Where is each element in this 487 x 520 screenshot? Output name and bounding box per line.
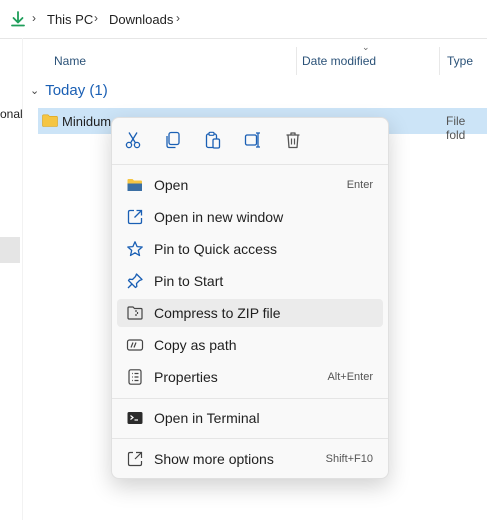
file-name[interactable]: Minidum <box>62 114 111 129</box>
menu-item-pin-quick-access[interactable]: Pin to Quick access <box>117 235 383 263</box>
nav-item-selected[interactable] <box>0 237 20 263</box>
copy-button[interactable] <box>163 130 185 152</box>
menu-item-label: Properties <box>154 369 218 385</box>
menu-item-pin-start[interactable]: Pin to Start <box>117 267 383 295</box>
menu-item-label: Open in Terminal <box>154 410 260 426</box>
menu-item-label: Show more options <box>154 451 274 467</box>
column-header-type[interactable]: Type <box>447 54 473 68</box>
menu-item-label: Pin to Start <box>154 273 224 289</box>
cut-icon <box>125 132 141 149</box>
menu-item-shortcut: Enter <box>346 179 373 191</box>
menu-item-label: Compress to ZIP file <box>154 305 281 321</box>
menu-item-copy-as-path[interactable]: Copy as path <box>117 331 383 359</box>
menu-item-compress-zip[interactable]: Compress to ZIP file <box>117 299 383 327</box>
terminal-icon <box>127 412 143 424</box>
menu-divider <box>112 438 388 439</box>
breadcrumb-this-pc[interactable]: This PC <box>47 12 93 27</box>
copy-icon <box>166 131 180 149</box>
folder-open-icon <box>127 179 142 191</box>
context-menu: Open Enter Open in new window Pin to Qui… <box>111 117 389 479</box>
menu-divider <box>112 398 388 399</box>
menu-item-show-more-options[interactable]: Show more options Shift+F10 <box>117 445 383 473</box>
zip-icon <box>127 306 143 320</box>
breadcrumb-separator[interactable]: › <box>32 11 36 25</box>
menu-item-label: Copy as path <box>154 337 237 353</box>
menu-divider <box>112 164 388 165</box>
menu-item-label: Open in new window <box>154 209 284 225</box>
pin-icon <box>127 273 143 289</box>
breadcrumb-separator[interactable]: › <box>94 11 98 25</box>
download-arrow-icon <box>11 11 25 27</box>
chevron-down-icon: ⌄ <box>30 85 40 97</box>
column-divider[interactable] <box>296 47 297 75</box>
menu-item-shortcut: Shift+F10 <box>325 453 373 465</box>
copy-path-icon <box>126 339 144 351</box>
menu-item-label: Open <box>154 177 189 193</box>
menu-item-shortcut: Alt+Enter <box>327 371 373 383</box>
cut-button[interactable] <box>123 130 145 152</box>
more-options-icon <box>127 451 143 467</box>
star-icon <box>127 241 143 257</box>
menu-item-open-terminal[interactable]: Open in Terminal <box>117 404 383 432</box>
menu-item-open-new-window[interactable]: Open in new window <box>117 203 383 231</box>
open-new-window-icon <box>127 209 143 225</box>
rename-button[interactable] <box>243 130 265 152</box>
delete-button[interactable] <box>283 130 305 152</box>
paste-button[interactable] <box>203 130 225 152</box>
menu-item-properties[interactable]: Properties Alt+Enter <box>117 363 383 391</box>
menu-item-label: Pin to Quick access <box>154 241 277 257</box>
column-header-date-modified[interactable]: Date modified <box>302 54 376 68</box>
nav-item-label[interactable]: onal <box>0 107 23 121</box>
group-header-today[interactable]: ⌄ Today (1) <box>30 82 108 99</box>
delete-icon <box>286 132 300 149</box>
breadcrumb-separator[interactable]: › <box>176 11 180 25</box>
menu-item-open[interactable]: Open Enter <box>117 171 383 199</box>
column-divider[interactable] <box>439 47 440 75</box>
address-bar[interactable]: › This PC › Downloads › <box>0 0 487 39</box>
properties-icon <box>128 369 142 385</box>
folder-icon <box>42 114 58 127</box>
group-label: Today (1) <box>45 82 108 99</box>
file-type: File fold <box>446 114 466 142</box>
sort-chevron-icon: ⌄ <box>362 42 370 52</box>
breadcrumb-downloads[interactable]: Downloads <box>109 12 173 27</box>
paste-icon <box>205 131 221 149</box>
rename-icon <box>244 132 260 148</box>
column-header-name[interactable]: Name <box>54 54 86 68</box>
